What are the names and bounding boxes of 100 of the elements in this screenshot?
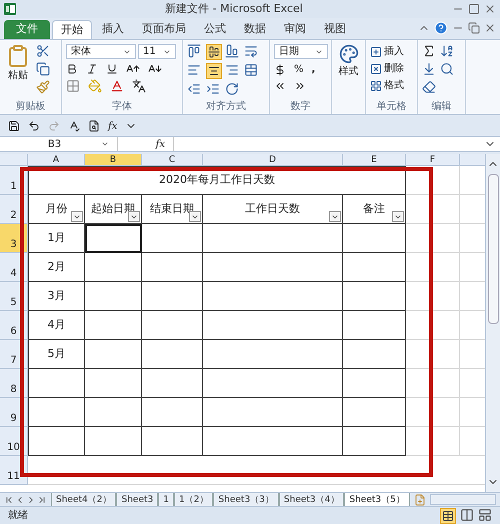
month-cell[interactable]: 4月 bbox=[28, 311, 85, 340]
table-cell[interactable] bbox=[85, 340, 142, 369]
delete-button[interactable]: 删除 bbox=[370, 61, 404, 76]
decrease-decimal-icon[interactable] bbox=[294, 80, 306, 92]
column-header[interactable]: B bbox=[85, 154, 142, 165]
font-name-field[interactable]: 宋体 bbox=[66, 44, 136, 59]
table-cell[interactable] bbox=[343, 282, 406, 311]
insert-function-button[interactable]: fx bbox=[118, 137, 174, 151]
spell-check-icon[interactable] bbox=[68, 120, 80, 132]
table-cell[interactable] bbox=[343, 398, 406, 427]
table-cell[interactable] bbox=[203, 253, 343, 282]
ribbon-tab[interactable]: 数据 bbox=[236, 20, 274, 39]
table-cell[interactable] bbox=[28, 369, 85, 398]
sheet-tab[interactable]: Sheet3（4） bbox=[278, 493, 344, 506]
font-size-field[interactable]: 11 bbox=[138, 44, 176, 59]
header-cell[interactable]: 月份 bbox=[28, 195, 85, 224]
font-color-icon[interactable] bbox=[110, 79, 124, 93]
top-align-icon[interactable] bbox=[187, 44, 201, 58]
sheet-tab[interactable]: Sheet4（2） bbox=[51, 493, 116, 506]
align-left-icon[interactable] bbox=[187, 63, 201, 77]
filter-button[interactable] bbox=[71, 211, 83, 222]
sheet-tab[interactable]: 1 bbox=[158, 493, 174, 506]
month-cell[interactable]: 1月 bbox=[28, 224, 85, 253]
page-layout-view-icon[interactable] bbox=[460, 508, 474, 522]
sheet-tab[interactable]: 1（2） bbox=[174, 493, 214, 506]
format-painter-icon[interactable] bbox=[36, 80, 50, 94]
sheet-tab[interactable]: Sheet3 bbox=[116, 493, 158, 506]
name-box[interactable]: B3 bbox=[0, 137, 118, 151]
table-cell[interactable] bbox=[343, 311, 406, 340]
fill-color-icon[interactable] bbox=[88, 79, 102, 93]
table-cell[interactable] bbox=[142, 311, 203, 340]
increase-decimal-icon[interactable] bbox=[274, 80, 286, 92]
table-cell[interactable] bbox=[142, 282, 203, 311]
table-cell[interactable] bbox=[142, 253, 203, 282]
table-cell[interactable] bbox=[343, 340, 406, 369]
maximize-icon[interactable] bbox=[468, 3, 480, 15]
insert-button[interactable]: 插入 bbox=[370, 44, 404, 59]
scroll-thumb[interactable] bbox=[488, 174, 498, 324]
ribbon-tab[interactable]: 插入 bbox=[94, 20, 132, 39]
column-header[interactable]: E bbox=[343, 154, 406, 165]
sort-icon[interactable] bbox=[440, 44, 454, 58]
table-cell[interactable] bbox=[28, 398, 85, 427]
center-align-button[interactable] bbox=[206, 63, 222, 79]
header-cell[interactable]: 工作日天数 bbox=[203, 195, 343, 224]
table-cell[interactable] bbox=[203, 369, 343, 398]
save-icon[interactable] bbox=[8, 120, 20, 132]
column-header[interactable]: D bbox=[203, 154, 343, 165]
bold-icon[interactable] bbox=[66, 63, 78, 75]
table-cell[interactable] bbox=[203, 340, 343, 369]
insert-function-button[interactable]: fx bbox=[108, 118, 118, 134]
table-cell[interactable] bbox=[142, 340, 203, 369]
phonetic-icon[interactable] bbox=[132, 79, 146, 93]
sheet-tab[interactable]: Sheet3（5） bbox=[344, 493, 410, 506]
column-header[interactable]: C bbox=[142, 154, 203, 165]
format-button[interactable]: 格式 bbox=[370, 78, 404, 93]
close-icon[interactable] bbox=[484, 3, 496, 15]
table-cell[interactable] bbox=[85, 398, 142, 427]
last-sheet-icon[interactable] bbox=[37, 494, 47, 504]
table-cell[interactable] bbox=[203, 224, 343, 253]
ribbon-tab[interactable]: 页面布局 bbox=[134, 20, 194, 39]
decrease-indent-icon[interactable] bbox=[187, 82, 201, 96]
horizontal-scrollbar[interactable] bbox=[430, 494, 496, 505]
increase-indent-icon[interactable] bbox=[206, 82, 220, 96]
filter-button[interactable] bbox=[329, 211, 341, 222]
table-cell[interactable] bbox=[343, 253, 406, 282]
table-cell[interactable] bbox=[85, 282, 142, 311]
table-cell[interactable] bbox=[343, 427, 406, 456]
paste-button[interactable]: 粘贴 bbox=[4, 44, 32, 98]
column-header[interactable]: F bbox=[406, 154, 460, 165]
table-cell[interactable] bbox=[142, 369, 203, 398]
month-cell[interactable]: 3月 bbox=[28, 282, 85, 311]
table-cell[interactable] bbox=[203, 311, 343, 340]
month-cell[interactable]: 5月 bbox=[28, 340, 85, 369]
percent-button[interactable]: % bbox=[294, 62, 304, 77]
wrap-text-icon[interactable] bbox=[244, 44, 258, 58]
bottom-align-icon[interactable] bbox=[225, 44, 239, 58]
table-cell[interactable] bbox=[28, 427, 85, 456]
comma-button[interactable]: , bbox=[312, 62, 316, 77]
restore-icon[interactable] bbox=[468, 22, 480, 34]
table-cell[interactable] bbox=[85, 311, 142, 340]
table-cell[interactable] bbox=[85, 253, 142, 282]
filter-button[interactable] bbox=[392, 211, 404, 222]
styles-button[interactable]: 样式 bbox=[338, 44, 358, 79]
filter-button[interactable] bbox=[128, 211, 140, 222]
copy-icon[interactable] bbox=[36, 62, 50, 76]
middle-align-button[interactable] bbox=[206, 44, 222, 60]
currency-icon[interactable] bbox=[274, 64, 286, 76]
number-format-field[interactable]: 日期 bbox=[274, 44, 328, 59]
ribbon-tab[interactable]: 公式 bbox=[196, 20, 234, 39]
month-cell[interactable]: 2月 bbox=[28, 253, 85, 282]
cut-icon[interactable] bbox=[36, 44, 50, 58]
table-cell[interactable] bbox=[142, 427, 203, 456]
fill-icon[interactable] bbox=[422, 62, 436, 76]
ribbon-tab[interactable]: 开始 bbox=[52, 20, 92, 39]
sheet-tab[interactable]: Sheet3（3） bbox=[213, 493, 279, 506]
table-cell[interactable] bbox=[142, 398, 203, 427]
underline-icon[interactable] bbox=[106, 63, 118, 75]
table-cell[interactable] bbox=[203, 427, 343, 456]
print-preview-icon[interactable] bbox=[88, 120, 100, 132]
table-cell[interactable] bbox=[203, 398, 343, 427]
